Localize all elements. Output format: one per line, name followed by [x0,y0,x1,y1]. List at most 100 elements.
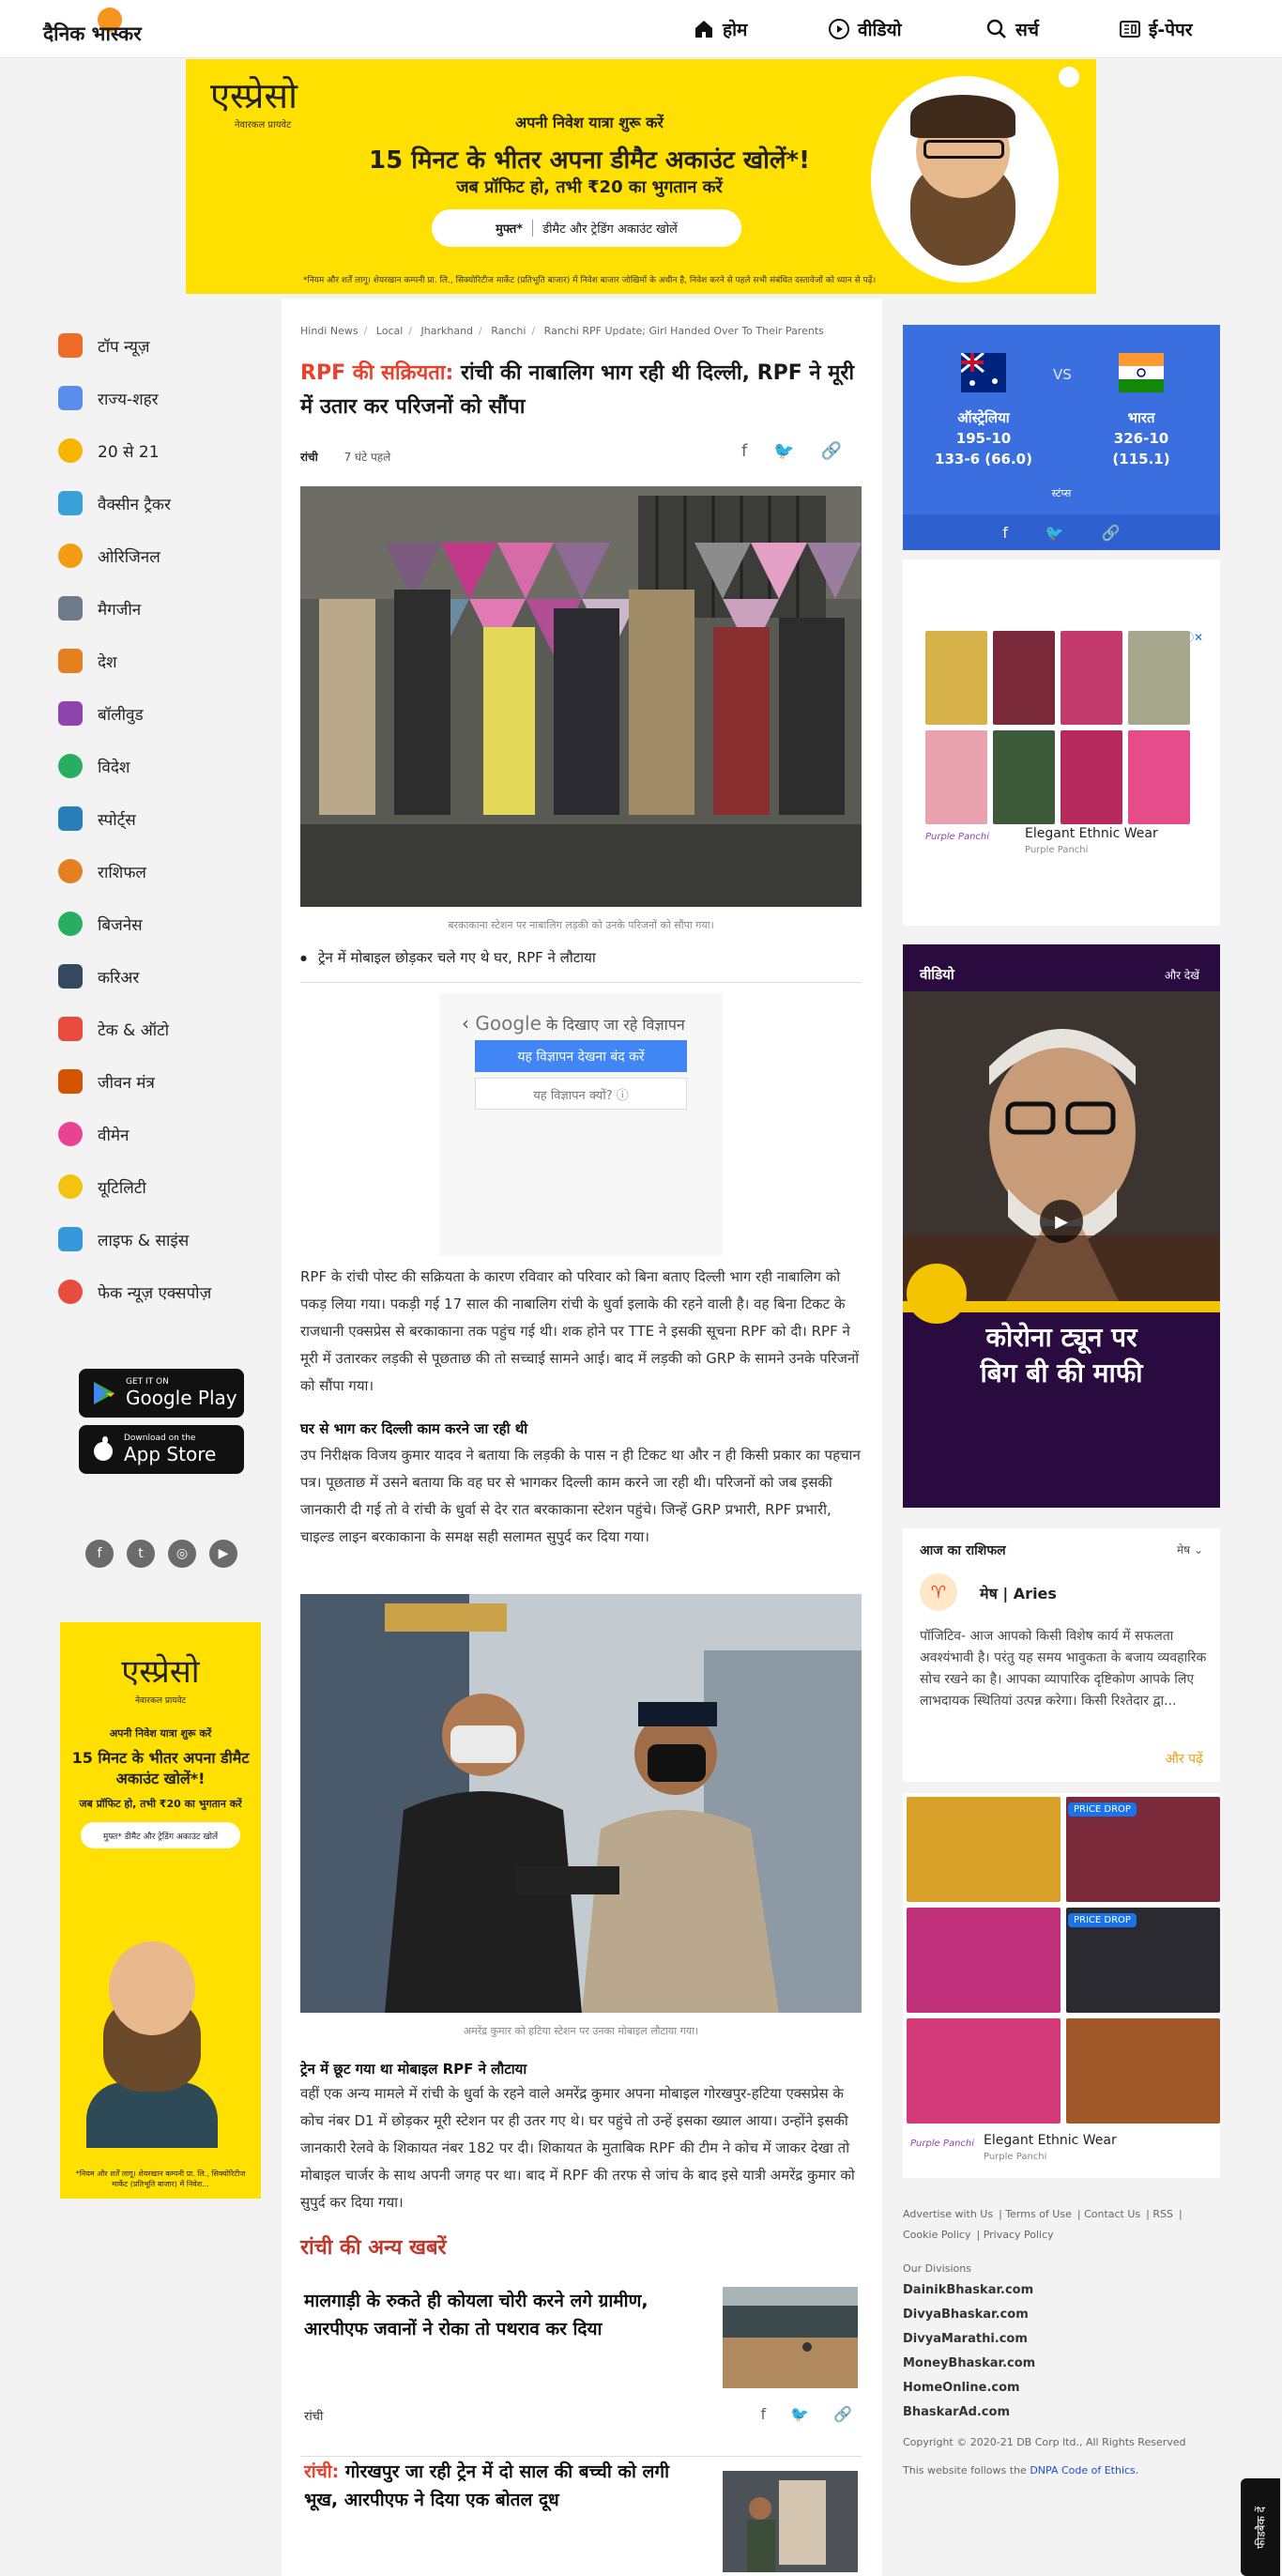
related-source[interactable]: रांची [304,2407,323,2424]
shopping-ad-1[interactable]: ⓘ✕ Purple Panchi Elegant Ethnic Wear Pur… [903,560,1220,926]
shopping-ad-2[interactable]: ⓘ PRICE DROP PRICE DROP Purple Panchi El… [903,1793,1220,2178]
crumb-jharkhand[interactable]: Jharkhand [421,325,474,337]
magazine-icon [58,596,83,621]
sidebar-item-jeevan-mantra[interactable]: जीवन मंत्र [58,1055,274,1108]
sidebar-item-vaccine-tracker[interactable]: वैक्सीन ट्रैकर [58,477,274,529]
sidebar-item-tech-auto[interactable]: टेक & ऑटो [58,1003,274,1055]
twitter-share-icon[interactable]: 🐦 [773,441,794,461]
related-item[interactable]: रांची: गोरखपुर जा रही ट्रेन में दो साल क… [300,2454,862,2572]
app-store-button[interactable]: Download on the App Store [79,1425,244,1474]
product-image[interactable] [1066,2018,1220,2124]
product-image[interactable] [993,730,1055,824]
facebook-share-icon[interactable]: f [761,2405,767,2423]
footer-link-cookie[interactable]: Cookie Policy [903,2229,970,2241]
sidebar-item-fake-news[interactable]: फेक न्यूज़ एक्सपोज़ [58,1265,274,1318]
nav-video[interactable]: वीडियो [828,13,902,45]
crumb-hindi-news[interactable]: Hindi News [300,325,359,337]
product-image[interactable] [925,730,987,824]
breadcrumb: Hindi News / Local / Jharkhand / Ranchi / Ra… [300,325,824,337]
footer-link-contact[interactable]: Contact Us [1084,2208,1140,2220]
left-sidebar-ad[interactable]: एस्प्रेसो नेवारकल प्रायवेट अपनी निवेश या… [60,1622,261,2199]
google-ad-slot: ‹ Google के दिखाए जा रहे विज्ञापन यह विज… [439,993,723,1256]
sidebar-item-horoscope[interactable]: राशिफल [58,845,274,897]
facebook-share-icon[interactable]: f [1002,524,1008,542]
stop-ad-button[interactable]: यह विज्ञापन देखना बंद करें [475,1040,687,1072]
sidebar-item-life-science[interactable]: लाइफ & साइंस [58,1213,274,1265]
facebook-share-icon[interactable]: f [741,441,747,461]
division-link[interactable]: HomeOnline.com [903,2376,1220,2400]
footer-link-advertise[interactable]: Advertise with Us [903,2208,993,2220]
product-image[interactable] [1128,631,1190,725]
vs-label: VS [1053,366,1072,383]
sidebar-item-sports[interactable]: स्पोर्ट्स [58,792,274,845]
division-link[interactable]: DainikBhaskar.com [903,2278,1220,2303]
related-item[interactable]: मालगाड़ी के रुकते ही कोयला चोरी करने लगे… [300,2287,862,2437]
crumb-local[interactable]: Local [376,325,404,337]
product-image[interactable] [907,1908,1061,2013]
top-banner-ad[interactable]: एस्प्रेसो नेवारकल प्रायवेट अपनी निवेश या… [186,59,1096,294]
footer-link-privacy[interactable]: Privacy Policy [984,2229,1054,2241]
zodiac-icon [58,859,83,883]
footer-link-terms[interactable]: Terms of Use [1005,2208,1072,2220]
read-more-link[interactable]: और पढ़ें [1166,1750,1203,1768]
left-ad-cta[interactable]: मुफ्त* डीमैट और ट्रेडिंग अकाउंट खोलें [81,1822,240,1848]
product-image[interactable] [993,631,1055,725]
article-meta: रांची 7 घंटे पहले [300,449,390,465]
sidebar-item-20-se-21[interactable]: 20 से 21 [58,424,274,477]
video-widget[interactable]: वीडियो और देखें ▶ कोरोना ट्यून पर बिग बी… [903,944,1220,1508]
sidebar-item-original[interactable]: ओरिजिनल [58,529,274,582]
sign-name: मेष | Aries [980,1585,1057,1602]
nav-search[interactable]: सर्च [985,13,1039,45]
google-ad-label: ‹ Google के दिखाए जा रहे विज्ञापन [462,1012,685,1035]
cricket-scorecard[interactable]: VS ऑस्ट्रेलिया 195-10 133-6 (66.0) भारत … [903,325,1220,550]
sidebar-item-world[interactable]: विदेश [58,740,274,792]
twitter-share-icon[interactable]: 🐦 [790,2405,809,2423]
article-subheading-2: ट्रेन में छूट गया था मोबाइल RPF ने लौटाय… [300,2061,527,2078]
sidebar-item-career[interactable]: करिअर [58,950,274,1003]
division-link[interactable]: MoneyBhaskar.com [903,2352,1220,2376]
left-ad-line1: अपनी निवेश यात्रा शुरू करें [109,1727,212,1740]
product-image[interactable] [1061,631,1122,725]
product-image[interactable] [1061,730,1122,824]
sidebar-item-country[interactable]: देश [58,635,274,687]
twitter-share-icon[interactable]: 🐦 [1045,524,1064,542]
footer-link-rss[interactable]: RSS [1152,2208,1173,2220]
link-copy-icon[interactable]: 🔗 [1102,524,1121,542]
feedback-button[interactable]: फीडबैक दें [1241,2478,1280,2576]
aries-icon: ♈ [920,1573,957,1611]
photo2-caption: अमरेंद्र कुमार को हटिया स्टेशन पर उनका म… [463,2025,699,2037]
product-image[interactable] [907,2018,1061,2124]
sign-select[interactable]: मेष ⌄ [1177,1541,1203,1557]
dnpa-link[interactable]: DNPA Code of Ethics. [1030,2464,1138,2476]
link-copy-icon[interactable]: 🔗 [833,2405,852,2423]
crumb-ranchi[interactable]: Ranchi [491,325,526,337]
play-icon[interactable]: ▶ [1040,1200,1083,1243]
link-copy-icon[interactable]: 🔗 [821,441,842,461]
video-more-link[interactable]: और देखें [1165,967,1199,983]
sidebar-item-top-news[interactable]: टॉप न्यूज़ [58,319,274,372]
left-ad-disclaimer: *नियम और शर्तें लागू। शेयरखान कम्पनी प्र… [75,2170,246,2188]
why-ad-button[interactable]: यह विज्ञापन क्यों? ⓘ [475,1078,687,1110]
sidebar-item-state-city[interactable]: राज्य-शहर [58,372,274,424]
product-image[interactable] [925,631,987,725]
top-header: दैनिक भास्कर होम वीडियो सर्च ई-पेपर [0,0,1282,58]
sidebar-item-utility[interactable]: यूटिलिटी [58,1160,274,1213]
product-image[interactable] [907,1797,1061,1902]
sidebar-item-business[interactable]: बिजनेस [58,897,274,950]
fake-news-icon [58,1280,83,1304]
article-paragraph-3: वहीं एक अन्य मामले में रांची के धुर्वा क… [300,2085,855,2211]
division-link[interactable]: DivyaBhaskar.com [903,2303,1220,2327]
shop-logo: Purple Panchi [910,2139,975,2149]
sidebar-item-bollywood[interactable]: बॉलीवुड [58,687,274,740]
sidebar-item-women[interactable]: वीमेन [58,1108,274,1160]
sidebar-item-magazine[interactable]: मैगजीन [58,582,274,635]
ad-cta-button[interactable]: मुफ्त* डीमैट और ट्रेडिंग अकाउंट खोलें [432,209,741,247]
article-city[interactable]: रांची [300,451,318,464]
nav-epaper[interactable]: ई-पेपर [1119,13,1193,45]
division-link[interactable]: BhaskarAd.com [903,2400,1220,2425]
home-icon [695,21,712,38]
product-image[interactable] [1128,730,1190,824]
nav-home[interactable]: होम [693,13,747,45]
site-logo[interactable]: दैनिक भास्कर [43,8,175,51]
division-link[interactable]: DivyaMarathi.com [903,2327,1220,2352]
